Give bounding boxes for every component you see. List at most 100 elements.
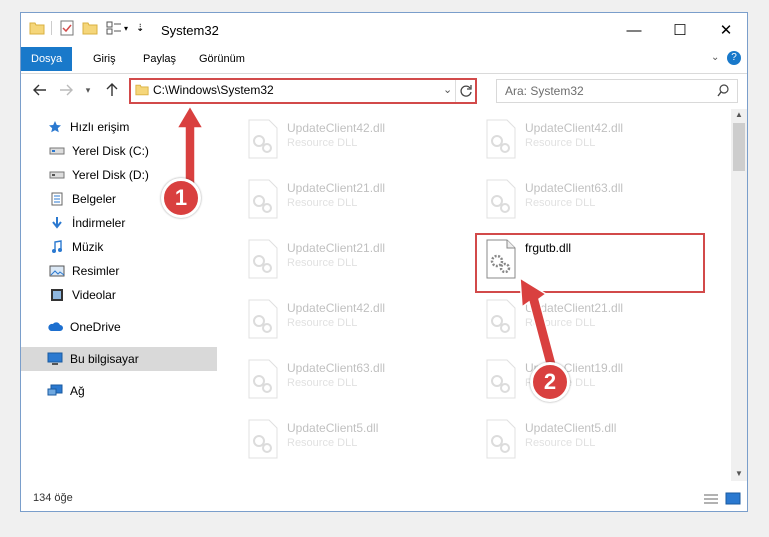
up-arrow-icon <box>106 83 118 96</box>
file-name: UpdateClient5.dll <box>287 421 379 435</box>
sidebar-item-label: Videolar <box>72 288 116 302</box>
file-item[interactable]: UpdateClient63.dll Resource DLL <box>239 355 469 403</box>
dll-file-icon <box>486 119 516 159</box>
music-icon <box>49 239 65 255</box>
file-item[interactable]: UpdateClient5.dll Resource DLL <box>239 415 469 463</box>
folder-icon[interactable] <box>29 21 45 35</box>
step-2-badge: 2 <box>530 362 570 402</box>
file-list: UpdateClient42.dll Resource DLL UpdateCl… <box>217 109 729 481</box>
chevron-down-icon: ▾ <box>85 84 91 95</box>
close-button[interactable]: ✕ <box>703 13 747 47</box>
expand-ribbon-icon[interactable]: ⌄ <box>711 52 719 63</box>
file-type: Resource DLL <box>525 197 596 209</box>
dll-file-icon <box>248 299 278 339</box>
file-type: Resource DLL <box>287 317 358 329</box>
sidebar-item-label: Bu bilgisayar <box>70 352 139 366</box>
folder-icon <box>135 84 149 96</box>
sidebar-item-downloads[interactable]: İndirmeler <box>21 211 243 235</box>
properties-icon[interactable] <box>60 20 74 36</box>
title-bar: ▾ ⇣ System32 — ☐ ✕ <box>21 13 747 47</box>
sidebar-item-label: Belgeler <box>72 192 117 206</box>
file-item[interactable]: UpdateClient42.dll Resource DLL <box>477 115 707 163</box>
chevron-down-icon[interactable]: ▾ <box>124 24 128 33</box>
file-item[interactable]: UpdateClient42.dll Resource DLL <box>239 295 469 343</box>
scroll-thumb[interactable] <box>733 123 745 171</box>
computer-icon <box>47 351 63 367</box>
customize-toolbar-icon[interactable]: ⇣ <box>136 23 144 34</box>
star-icon <box>47 119 63 135</box>
dll-file-icon <box>486 419 516 459</box>
file-item[interactable]: UpdateClient21.dll Resource DLL <box>239 175 469 223</box>
sidebar-item-label: OneDrive <box>70 320 121 334</box>
file-name: UpdateClient42.dll <box>287 301 386 315</box>
tab-file[interactable]: Dosya <box>21 47 73 71</box>
file-item[interactable]: UpdateClient21.dll Resource DLL <box>239 235 469 283</box>
file-type: Resource DLL <box>525 137 596 149</box>
back-arrow-icon <box>33 84 46 96</box>
file-type: Resource DLL <box>287 257 358 269</box>
file-item[interactable]: UpdateClient5.dll Resource DLL <box>477 415 707 463</box>
download-icon <box>49 215 65 231</box>
scroll-up-icon[interactable]: ▲ <box>735 110 743 119</box>
sidebar-item-label: Resimler <box>72 264 120 278</box>
search-icon <box>717 84 729 97</box>
recent-locations-button[interactable]: ▾ <box>81 79 95 101</box>
search-placeholder: Ara: System32 <box>505 84 584 98</box>
maximize-button[interactable]: ☐ <box>657 13 703 47</box>
file-name: UpdateClient5.dll <box>525 421 617 435</box>
dll-file-icon <box>248 359 278 399</box>
sidebar-item-label: Yerel Disk (C:) <box>72 144 149 158</box>
tab-home[interactable]: Giriş <box>83 47 126 71</box>
tab-view[interactable]: Görünüm <box>189 47 255 71</box>
sidebar-item-videos[interactable]: Videolar <box>21 283 243 307</box>
network-icon <box>47 383 63 399</box>
vertical-scrollbar[interactable]: ▲ ▼ <box>731 109 747 481</box>
forward-button[interactable] <box>55 79 77 101</box>
ribbon-tabs: Dosya Giriş Paylaş Görünüm ⌄ ? <box>21 47 747 71</box>
sidebar-item-label: Yerel Disk (D:) <box>72 168 149 182</box>
quick-access-toolbar: ▾ ⇣ <box>29 20 144 36</box>
sidebar-item-this-pc[interactable]: Bu bilgisayar <box>21 347 241 371</box>
file-item[interactable]: UpdateClient63.dll Resource DLL <box>477 175 707 223</box>
file-name: UpdateClient63.dll <box>287 361 386 375</box>
view-options-icon[interactable] <box>106 21 122 35</box>
sidebar-item-label: İndirmeler <box>72 216 126 230</box>
large-icons-view-icon[interactable] <box>725 492 741 505</box>
documents-icon <box>49 191 65 207</box>
address-path: C:\Windows\System32 <box>153 83 274 97</box>
window-title: System32 <box>161 23 219 38</box>
help-icon[interactable]: ? <box>727 51 741 65</box>
explorer-window: ▾ ⇣ System32 — ☐ ✕ Dosya Giriş Paylaş Gö… <box>20 12 748 512</box>
file-name: UpdateClient42.dll <box>287 121 386 135</box>
file-name: UpdateClient21.dll <box>287 181 386 195</box>
new-folder-icon[interactable] <box>82 21 98 35</box>
file-type: Resource DLL <box>287 377 358 389</box>
tab-share[interactable]: Paylaş <box>133 47 186 71</box>
forward-arrow-icon <box>60 84 73 96</box>
scroll-down-icon[interactable]: ▼ <box>735 469 743 478</box>
refresh-icon[interactable] <box>459 84 473 98</box>
step-1-badge: 1 <box>161 178 201 218</box>
back-button[interactable] <box>29 79 51 101</box>
file-item[interactable]: UpdateClient42.dll Resource DLL <box>239 115 469 163</box>
drive-icon <box>49 167 65 183</box>
minimize-button[interactable]: — <box>611 13 657 47</box>
details-view-icon[interactable] <box>703 493 719 505</box>
video-icon <box>49 287 65 303</box>
search-input[interactable]: Ara: System32 <box>496 79 738 103</box>
file-type: Resource DLL <box>287 137 358 149</box>
cloud-icon <box>47 319 63 335</box>
dll-file-icon <box>248 239 278 279</box>
sidebar-item-label: Müzik <box>72 240 104 254</box>
sidebar-item-onedrive[interactable]: OneDrive <box>21 315 241 339</box>
file-name: UpdateClient63.dll <box>525 181 624 195</box>
file-name: UpdateClient21.dll <box>287 241 386 255</box>
sidebar-item-network[interactable]: Ağ <box>21 379 241 403</box>
dll-file-icon <box>248 119 278 159</box>
address-dropdown-icon[interactable]: ⌄ <box>443 83 452 96</box>
sidebar-item-music[interactable]: Müzik <box>21 235 243 259</box>
up-button[interactable] <box>101 79 123 101</box>
file-type: Resource DLL <box>525 437 596 449</box>
file-type: Resource DLL <box>287 437 358 449</box>
sidebar-item-pictures[interactable]: Resimler <box>21 259 243 283</box>
